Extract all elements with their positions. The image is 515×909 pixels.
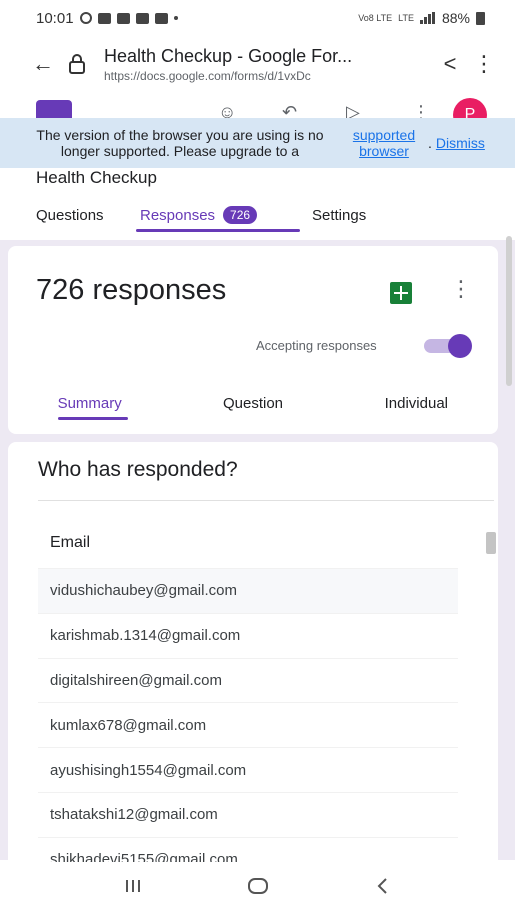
list-item[interactable]: tshatakshi12@gmail.com (38, 791, 458, 837)
tab-responses[interactable]: Responses 726 (136, 194, 312, 236)
responses-count-badge: 726 (223, 206, 258, 224)
email-column-header: Email (50, 534, 91, 551)
banner-message: The version of the browser you are using… (36, 127, 324, 159)
google-sheets-icon[interactable] (390, 282, 412, 304)
dismiss-link[interactable]: Dismiss (436, 135, 485, 151)
email-list: vidushichaubey@gmail.com karishmab.1314@… (38, 568, 458, 862)
list-item[interactable]: kumlax678@gmail.com (38, 702, 458, 747)
network-type-2: LTE (398, 13, 414, 23)
response-view-tabs: Summary Question Individual (8, 376, 498, 430)
status-bar: 10:01 Vo8 LTE LTE 88% (0, 0, 515, 36)
responses-count-title: 726 responses (36, 274, 227, 306)
more-notifications-dot (173, 16, 178, 20)
overflow-menu-icon[interactable]: ⋮ (467, 47, 501, 81)
status-left: 10:01 (36, 10, 178, 27)
tab-individual[interactable]: Individual (335, 376, 498, 430)
toggle-knob (448, 334, 472, 358)
navigation-bar (0, 862, 515, 909)
list-item[interactable]: digitalshireen@gmail.com (38, 657, 458, 703)
browser-bar: ← Health Checkup - Google For... https:/… (0, 36, 515, 92)
page-scrollbar[interactable] (506, 236, 512, 386)
back-icon[interactable]: ← (26, 47, 60, 81)
gallery-icon (116, 12, 130, 24)
tab-summary[interactable]: Summary (8, 376, 171, 430)
network-type: Vo8 LTE (358, 13, 393, 23)
who-responded-title: Who has responded? (38, 458, 238, 481)
back-nav-icon[interactable] (363, 871, 403, 901)
banner-separator: . (428, 135, 432, 151)
form-tabs: Questions Responses 726 Settings (0, 194, 515, 236)
recent-apps-icon[interactable] (113, 871, 153, 901)
unsupported-browser-banner: The version of the browser you are using… (0, 118, 515, 168)
responses-more-icon[interactable]: ⋮ (450, 276, 472, 302)
who-responded-card: Who has responded? Email vidushichaubey@… (8, 442, 498, 862)
page-title: Health Checkup - Google For... (104, 45, 353, 66)
status-right: Vo8 LTE LTE 88% (358, 10, 485, 26)
notification-icon (135, 12, 149, 24)
responses-card: 726 responses ⋮ Accepting responses Summ… (8, 246, 498, 434)
app-icon (154, 12, 168, 24)
home-icon[interactable] (238, 871, 278, 901)
tab-questions-label: Questions (36, 206, 104, 224)
battery-percent: 88% (441, 10, 470, 26)
list-item[interactable]: karishmab.1314@gmail.com (38, 612, 458, 658)
form-title: Health Checkup (36, 168, 157, 187)
lock-icon[interactable] (60, 47, 94, 81)
address-bar[interactable]: Health Checkup - Google For... https://d… (104, 46, 433, 83)
list-scrollbar[interactable] (486, 532, 496, 554)
divider (38, 500, 494, 501)
battery-icon (476, 11, 485, 25)
list-item[interactable]: vidushichaubey@gmail.com (38, 568, 458, 613)
tab-settings[interactable]: Settings (312, 194, 366, 236)
share-icon[interactable]: < (433, 47, 467, 81)
phone-screen: 10:01 Vo8 LTE LTE 88% ← Health Checkup -… (0, 0, 515, 909)
whatsapp-icon (79, 12, 92, 24)
tab-responses-label: Responses (140, 206, 216, 224)
tab-questions[interactable]: Questions (36, 194, 136, 236)
list-item[interactable]: shikhadevi5155@gmail.com (38, 836, 458, 862)
list-item[interactable]: ayushisingh1554@gmail.com (38, 747, 458, 792)
tab-question[interactable]: Question (171, 376, 334, 430)
tab-settings-label: Settings (312, 206, 367, 224)
supported-browser-link[interactable]: supported browser (344, 127, 424, 159)
accepting-responses-label: Accepting responses (256, 338, 377, 353)
accepting-responses-toggle[interactable] (424, 334, 472, 358)
message-icon (97, 12, 111, 24)
signal-icon (419, 12, 436, 24)
clock: 10:01 (36, 9, 74, 27)
page-url: https://docs.google.com/forms/d/1vxDc (104, 68, 311, 83)
